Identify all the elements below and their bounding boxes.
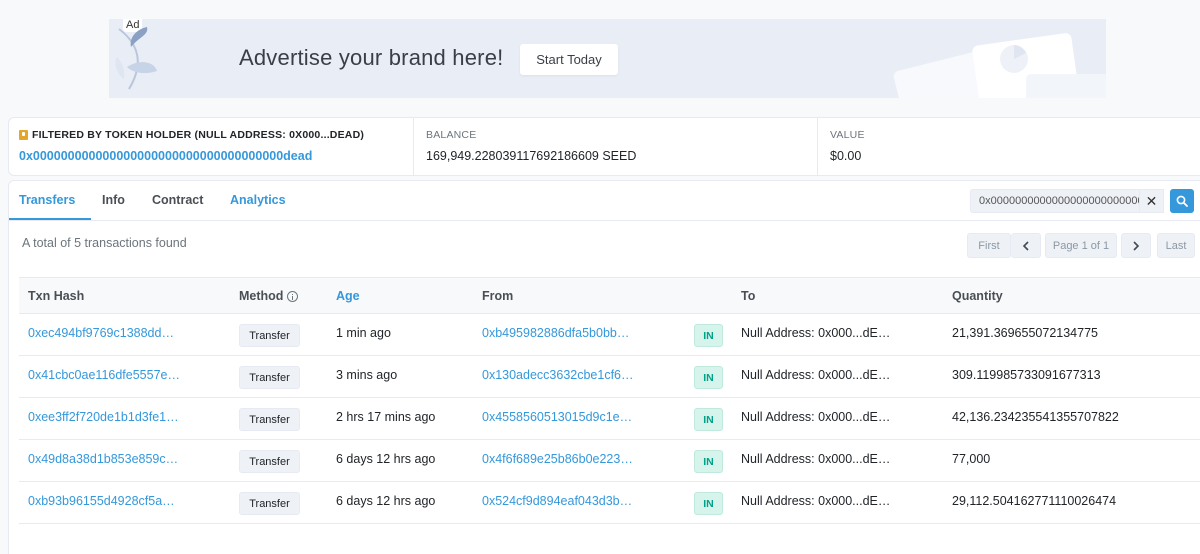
col-method: Method [239,289,299,303]
col-quantity: Quantity [952,289,1003,303]
filter-label: FILTERED BY TOKEN HOLDER (Null Address: … [32,129,365,141]
direction-badge: IN [694,408,723,431]
method-badge: Transfer [239,450,300,473]
table-row: 0xb93b96155d4928cf5a… Transfer 6 days 12… [19,482,1200,524]
table-header: Txn Hash Method Age From To Quantity [19,277,1200,314]
start-today-button[interactable]: Start Today [520,44,618,75]
chart-illustration-icon [893,33,1106,98]
txn-hash-link[interactable]: 0x49d8a38d1b853e859c… [28,452,178,466]
tab-analytics[interactable]: Analytics [230,193,286,207]
col-from: From [482,289,514,303]
quantity-value: 77,000 [952,452,991,466]
from-address-link[interactable]: 0x4558560513015d9c1e… [482,410,632,424]
txn-hash-link[interactable]: 0xee3ff2f720de1b1d3fe1… [28,410,179,424]
from-address-link[interactable]: 0xb495982886dfa5b0bb… [482,326,629,340]
from-address-link[interactable]: 0x130adecc3632cbe1cf6… [482,368,634,382]
balance-value: 169,949.228039117692186609 SEED [426,149,637,163]
direction-badge: IN [694,324,723,347]
to-address: Null Address: 0x000...dE… [741,326,891,340]
txn-hash-link[interactable]: 0xec494bf9769c1388dd… [28,326,174,340]
table-row: 0x49d8a38d1b853e859c… Transfer 6 days 12… [19,440,1200,482]
transfers-card: Transfers Info Contract Analytics 0x0000… [8,180,1200,554]
prev-page-button[interactable] [1011,233,1041,258]
next-page-button[interactable] [1121,233,1151,258]
txn-hash-link[interactable]: 0x41cbc0ae116dfe5557e… [28,368,180,382]
quantity-value: 309.119985733091677313 [952,368,1101,382]
tab-bar: Transfers Info Contract Analytics 0x0000… [9,181,1200,221]
method-badge: Transfer [239,324,300,347]
direction-badge: IN [694,366,723,389]
filter-column: FILTERED BY TOKEN HOLDER (Null Address: … [19,118,399,175]
table-row: 0xee3ff2f720de1b1d3fe1… Transfer 2 hrs 1… [19,398,1200,440]
to-address: Null Address: 0x000...dE… [741,452,891,466]
value-amount: $0.00 [830,149,862,163]
method-badge: Transfer [239,366,300,389]
tab-info[interactable]: Info [102,193,125,207]
search-input[interactable]: 0x000000000000000000000000000000000000de… [970,189,1140,213]
chevron-left-icon [1022,240,1029,251]
last-page-button[interactable]: Last [1157,233,1195,258]
quantity-value: 29,112.504162771110026474 [952,494,1117,508]
age-text: 2 hrs 17 mins ago [336,410,436,424]
value-column: VALUE $0.00 [817,118,1197,175]
page-indicator: Page 1 of 1 [1045,233,1117,258]
tab-contract[interactable]: Contract [152,193,203,207]
direction-badge: IN [694,450,723,473]
col-txn-hash: Txn Hash [28,289,85,303]
age-text: 6 days 12 hrs ago [336,494,436,508]
direction-badge: IN [694,492,723,515]
tab-transfers[interactable]: Transfers [19,193,75,207]
method-badge: Transfer [239,492,300,515]
total-transactions: A total of 5 transactions found [22,236,187,250]
method-badge: Transfer [239,408,300,431]
ad-banner[interactable]: Ad Advertise your brand here! Start Toda… [109,19,1106,98]
info-icon[interactable] [287,290,299,302]
search-button[interactable] [1170,189,1194,213]
balance-label: BALANCE [426,129,477,141]
table-row: 0xec494bf9769c1388dd… Transfer 1 min ago… [19,314,1200,356]
filter-address-link[interactable]: 0x000000000000000000000000000000000000de… [19,149,312,163]
col-to: To [741,289,756,303]
active-tab-indicator [9,218,91,220]
to-address: Null Address: 0x000...dE… [741,368,891,382]
chevron-right-icon [1133,240,1140,251]
first-page-button[interactable]: First [967,233,1011,258]
token-holder-summary: FILTERED BY TOKEN HOLDER (Null Address: … [8,117,1200,176]
quantity-value: 21,391.369655072134775 [952,326,1098,340]
clear-search-button[interactable]: ✕ [1140,189,1164,213]
col-age[interactable]: Age [336,289,360,303]
balance-column: BALANCE 169,949.228039117692186609 SEED [413,118,803,175]
table-row: 0x41cbc0ae116dfe5557e… Transfer 3 mins a… [19,356,1200,398]
value-label: VALUE [830,129,865,141]
leaf-icon [115,27,157,90]
quantity-value: 42,136.234235541355707822 [952,410,1119,424]
from-address-link[interactable]: 0x4f6f689e25b86b0e223… [482,452,633,466]
to-address: Null Address: 0x000...dE… [741,494,891,508]
search-icon [1176,195,1188,207]
ad-headline: Advertise your brand here! [239,45,504,70]
close-icon: ✕ [1145,192,1158,209]
age-text: 3 mins ago [336,368,398,382]
filter-icon [19,130,28,140]
from-address-link[interactable]: 0x524cf9d894eaf043d3b… [482,494,632,508]
to-address: Null Address: 0x000...dE… [741,410,891,424]
txn-hash-link[interactable]: 0xb93b96155d4928cf5a… [28,494,175,508]
age-text: 1 min ago [336,326,391,340]
age-text: 6 days 12 hrs ago [336,452,436,466]
